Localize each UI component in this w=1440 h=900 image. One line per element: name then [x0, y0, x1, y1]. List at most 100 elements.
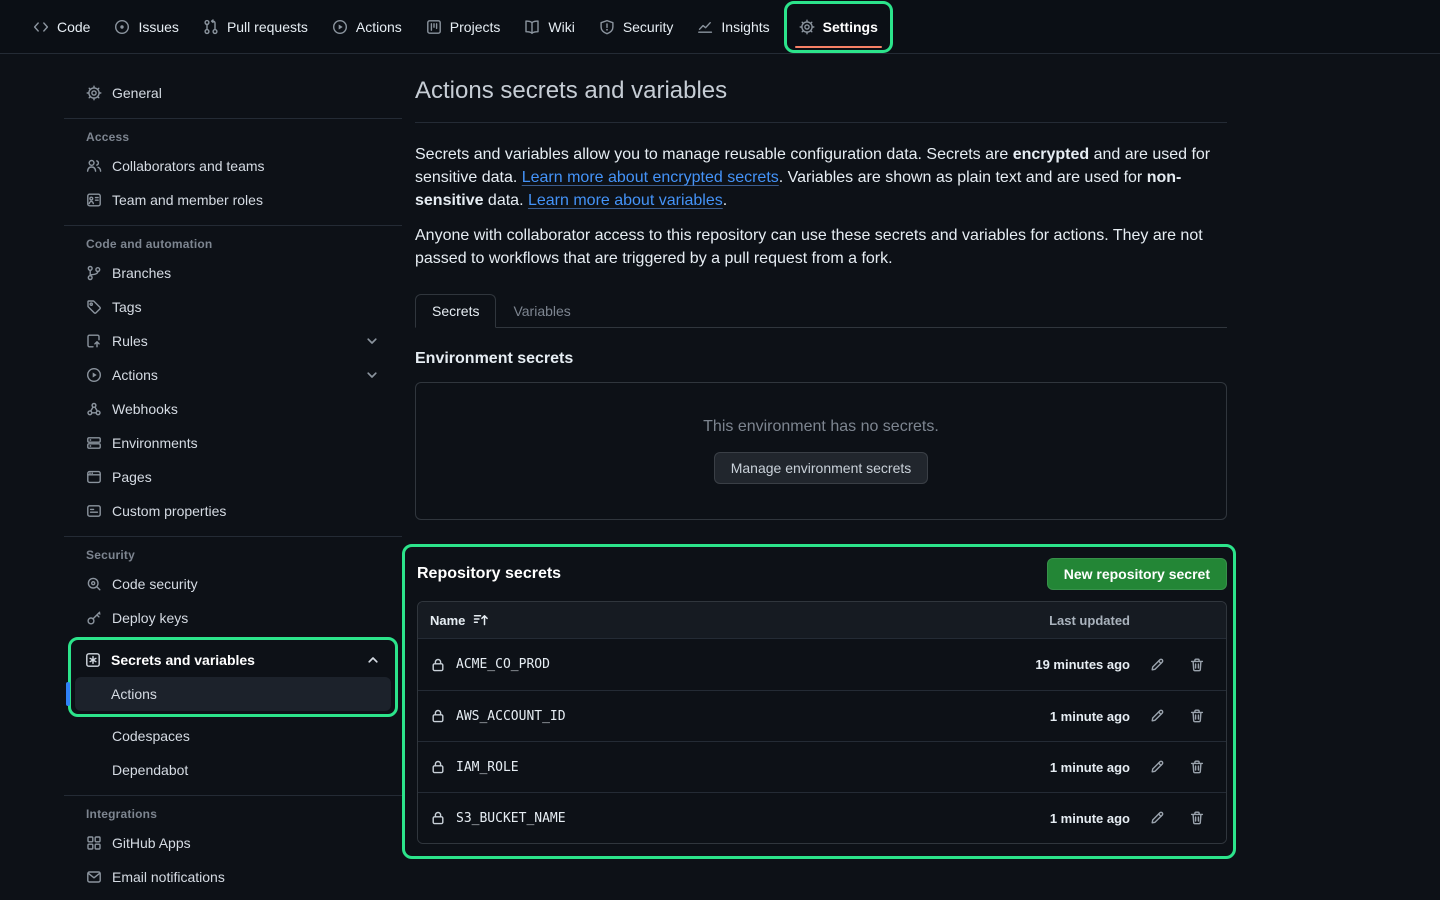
- main-content: Actions secrets and variables Secrets an…: [415, 76, 1227, 859]
- sidebar-subitem-actions[interactable]: Actions: [75, 677, 391, 711]
- table-row: S3_BUCKET_NAME 1 minute ago: [418, 792, 1226, 843]
- nav-tab-wiki[interactable]: Wiki: [512, 4, 586, 50]
- repository-secrets-header: Repository secrets New repository secret: [417, 557, 1227, 591]
- webhook-icon: [86, 401, 102, 417]
- lock-icon: [430, 708, 446, 724]
- chevron-up-icon: [365, 652, 381, 668]
- sidebar-item-webhooks[interactable]: Webhooks: [76, 392, 390, 426]
- sidebar-item-deploy-keys[interactable]: Deploy keys: [76, 601, 390, 635]
- repository-secrets-heading: Repository secrets: [417, 565, 561, 583]
- nav-tab-insights[interactable]: Insights: [685, 4, 781, 50]
- column-last-updated: Last updated: [1049, 613, 1130, 628]
- delete-secret-button[interactable]: [1184, 805, 1210, 831]
- sidebar-item-github-apps[interactable]: GitHub Apps: [76, 826, 390, 860]
- sidebar-item-email-notifications[interactable]: Email notifications: [76, 860, 390, 894]
- browser-icon: [86, 469, 102, 485]
- sidebar-item-branches[interactable]: Branches: [76, 256, 390, 290]
- divider: [64, 536, 402, 537]
- pull-request-icon: [203, 19, 219, 35]
- sidebar-item-general[interactable]: General: [76, 76, 390, 110]
- tab-variables[interactable]: Variables: [496, 294, 587, 328]
- nav-tab-issues[interactable]: Issues: [102, 4, 190, 50]
- nav-tab-settings[interactable]: Settings: [787, 4, 890, 50]
- edit-secret-button[interactable]: [1144, 652, 1170, 678]
- intro-paragraph: Secrets and variables allow you to manag…: [415, 143, 1227, 212]
- gear-icon: [86, 85, 102, 101]
- environment-secrets-panel: This environment has no secrets. Manage …: [415, 382, 1227, 520]
- sidebar-subitem-codespaces[interactable]: Codespaces: [76, 719, 390, 753]
- nav-tab-label: Projects: [450, 19, 501, 35]
- nav-tab-security[interactable]: Security: [587, 4, 686, 50]
- nav-tab-pull-requests[interactable]: Pull requests: [191, 4, 320, 50]
- nav-tab-actions[interactable]: Actions: [320, 4, 414, 50]
- nav-tab-code[interactable]: Code: [21, 4, 102, 50]
- note-icon: [86, 503, 102, 519]
- sidebar-section-integrations: Integrations: [76, 804, 390, 824]
- secret-last-updated: 19 minutes ago: [1035, 657, 1130, 672]
- intro-text: data.: [483, 192, 527, 209]
- environment-secrets-heading: Environment secrets: [415, 350, 1227, 368]
- nav-tab-projects[interactable]: Projects: [414, 4, 513, 50]
- link-variables[interactable]: Learn more about variables: [528, 192, 723, 209]
- table-row: AWS_ACCOUNT_ID 1 minute ago: [418, 690, 1226, 741]
- annotation-box-secrets-and-variables: Secrets and variables Actions: [68, 637, 398, 717]
- trash-icon: [1189, 657, 1205, 673]
- secret-last-updated: 1 minute ago: [1050, 811, 1130, 826]
- divider: [64, 225, 402, 226]
- nav-tab-label: Insights: [721, 19, 769, 35]
- code-icon: [33, 19, 49, 35]
- delete-secret-button[interactable]: [1184, 652, 1210, 678]
- new-repository-secret-button[interactable]: New repository secret: [1047, 558, 1227, 590]
- sidebar-item-secrets-and-variables[interactable]: Secrets and variables: [75, 643, 391, 677]
- nav-tab-label: Security: [623, 19, 674, 35]
- intro-text: .: [723, 192, 727, 209]
- sidebar-item-custom-properties[interactable]: Custom properties: [76, 494, 390, 528]
- nav-tab-label: Actions: [356, 19, 402, 35]
- sidebar-item-code-security[interactable]: Code security: [76, 567, 390, 601]
- tab-secrets[interactable]: Secrets: [415, 294, 496, 328]
- pencil-icon: [1149, 759, 1165, 775]
- secret-name: AWS_ACCOUNT_ID: [456, 709, 566, 724]
- chevron-down-icon: [364, 333, 380, 349]
- delete-secret-button[interactable]: [1184, 754, 1210, 780]
- project-icon: [426, 19, 442, 35]
- code-scan-icon: [86, 576, 102, 592]
- key-icon: [86, 610, 102, 626]
- pencil-icon: [1149, 810, 1165, 826]
- gear-icon: [799, 19, 815, 35]
- manage-environment-secrets-button[interactable]: Manage environment secrets: [714, 452, 929, 484]
- nav-tab-label: Issues: [138, 19, 178, 35]
- delete-secret-button[interactable]: [1184, 703, 1210, 729]
- pencil-icon: [1149, 708, 1165, 724]
- repository-secrets-table: Name Last updated ACME_CO_PROD 19 minute…: [417, 601, 1227, 844]
- sidebar-item-team-member-roles[interactable]: Team and member roles: [76, 183, 390, 217]
- column-name: Name: [430, 613, 465, 628]
- sidebar-subitem-dependabot[interactable]: Dependabot: [76, 753, 390, 787]
- lock-icon: [430, 657, 446, 673]
- chevron-down-icon: [364, 367, 380, 383]
- edit-secret-button[interactable]: [1144, 805, 1170, 831]
- sidebar-section-code-automation: Code and automation: [76, 234, 390, 254]
- table-row: ACME_CO_PROD 19 minutes ago: [418, 639, 1226, 690]
- divider: [64, 795, 402, 796]
- sidebar-item-environments[interactable]: Environments: [76, 426, 390, 460]
- sidebar-item-collaborators[interactable]: Collaborators and teams: [76, 149, 390, 183]
- table-header-row: Name Last updated: [418, 602, 1226, 639]
- intro-text: . Variables are shown as plain text and …: [779, 169, 1147, 186]
- sort-ascending-icon[interactable]: [473, 612, 489, 628]
- nav-tab-label: Code: [57, 19, 90, 35]
- sidebar-item-tags[interactable]: Tags: [76, 290, 390, 324]
- secret-last-updated: 1 minute ago: [1050, 760, 1130, 775]
- edit-secret-button[interactable]: [1144, 754, 1170, 780]
- issue-opened-icon: [114, 19, 130, 35]
- sidebar-item-pages[interactable]: Pages: [76, 460, 390, 494]
- sidebar-item-actions[interactable]: Actions: [76, 358, 390, 392]
- lock-icon: [430, 759, 446, 775]
- edit-secret-button[interactable]: [1144, 703, 1170, 729]
- sidebar-item-rules[interactable]: Rules: [76, 324, 390, 358]
- secret-name: ACME_CO_PROD: [456, 657, 550, 672]
- trash-icon: [1189, 759, 1205, 775]
- repo-tab-bar: Code Issues Pull requests Actions Projec…: [0, 0, 1440, 54]
- nav-tab-label: Pull requests: [227, 19, 308, 35]
- link-encrypted-secrets[interactable]: Learn more about encrypted secrets: [522, 169, 779, 186]
